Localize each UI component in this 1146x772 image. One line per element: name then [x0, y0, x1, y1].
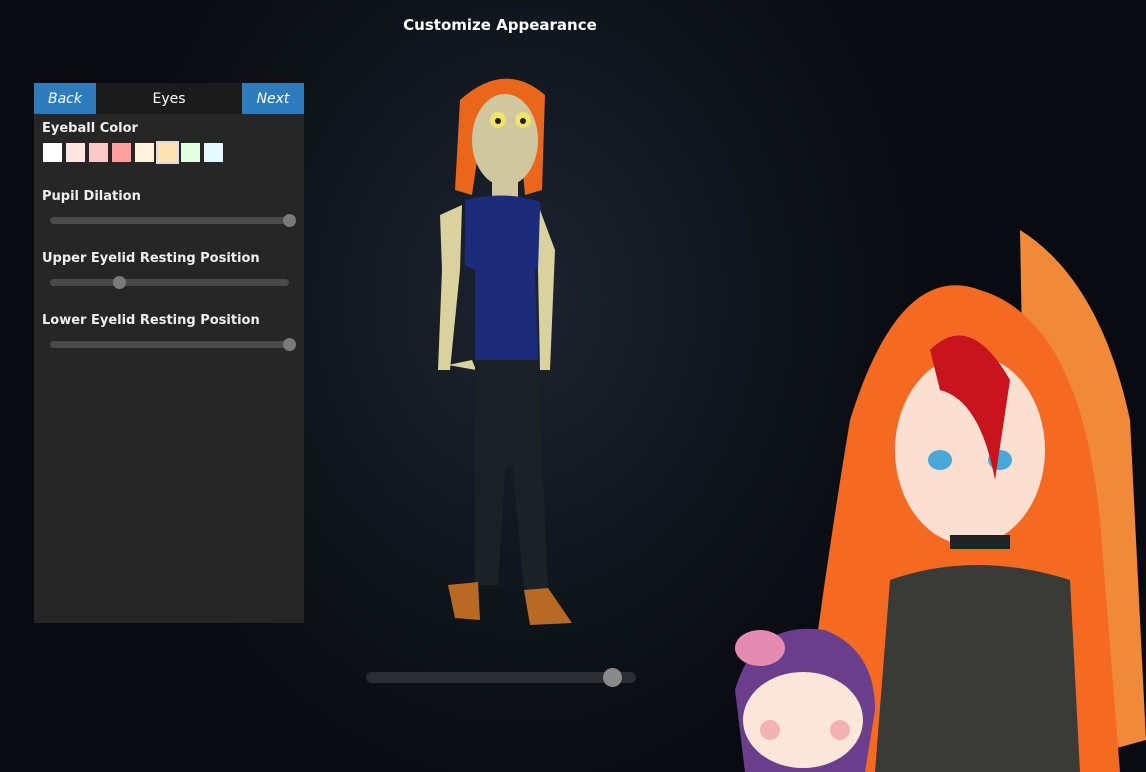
section-title: Eyes	[152, 90, 186, 107]
eyeball-color-swatch[interactable]	[43, 143, 62, 162]
eyeball-color-swatch[interactable]	[181, 143, 200, 162]
slider-handle[interactable]	[283, 338, 296, 351]
slider-handle[interactable]	[602, 668, 622, 687]
eyeball-color-swatches	[43, 141, 223, 164]
eyeball-color-label: Eyeball Color	[42, 121, 138, 136]
pupil-dilation-slider[interactable]	[50, 214, 296, 227]
pupil-dilation-label: Pupil Dilation	[42, 189, 141, 204]
upper-eyelid-label: Upper Eyelid Resting Position	[42, 251, 260, 266]
eyeball-color-swatch[interactable]	[66, 143, 85, 162]
eyeball-color-swatch[interactable]	[135, 143, 154, 162]
camera-zoom-slider[interactable]	[366, 668, 636, 687]
customization-panel: Back Eyes Next Eyeball Color Pupil Dilat…	[34, 83, 304, 623]
slider-handle[interactable]	[283, 214, 296, 227]
lower-eyelid-label: Lower Eyelid Resting Position	[42, 313, 260, 328]
eyeball-color-swatch[interactable]	[156, 141, 179, 164]
character-preview	[438, 78, 572, 625]
eyeball-color-swatch[interactable]	[204, 143, 223, 162]
back-button[interactable]: Back	[34, 83, 96, 114]
chibi-avatar-overlay	[735, 628, 875, 772]
eyeball-color-swatch[interactable]	[112, 143, 131, 162]
lower-eyelid-slider[interactable]	[50, 338, 296, 351]
eyeball-color-swatch[interactable]	[89, 143, 108, 162]
upper-eyelid-slider[interactable]	[50, 276, 289, 289]
page-title: Customize Appearance	[403, 16, 597, 34]
slider-handle[interactable]	[113, 276, 127, 289]
next-button[interactable]: Next	[242, 83, 304, 114]
panel-header: Back Eyes Next	[34, 83, 304, 114]
